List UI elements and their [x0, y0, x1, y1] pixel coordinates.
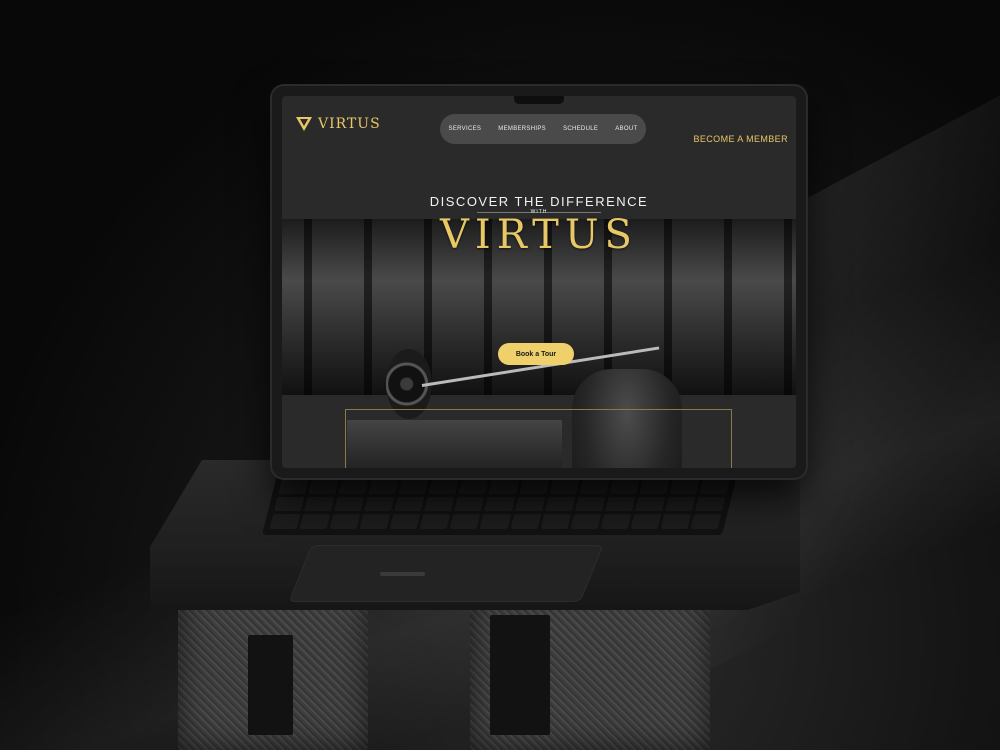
- main-nav: SERVICES MEMBERSHIPS SCHEDULE ABOUT: [440, 114, 646, 144]
- book-tour-button[interactable]: Book a Tour: [498, 343, 574, 365]
- nav-services[interactable]: SERVICES: [449, 126, 482, 132]
- nav-schedule[interactable]: SCHEDULE: [563, 126, 598, 132]
- laptop-screen: VIRTUS SERVICES MEMBERSHIPS SCHEDULE ABO…: [282, 96, 796, 468]
- virtus-logo-icon: [296, 117, 312, 131]
- become-member-link[interactable]: BECOME A MEMBER: [693, 134, 788, 144]
- site-logo[interactable]: VIRTUS: [296, 116, 381, 132]
- next-section-frame: [345, 409, 732, 468]
- block-hole: [490, 615, 550, 735]
- nav-memberships[interactable]: MEMBERSHIPS: [498, 126, 546, 132]
- hero-brand: VIRTUS: [440, 212, 638, 258]
- trackpad[interactable]: [288, 545, 604, 602]
- laptop-opening-lip: [380, 572, 425, 576]
- laptop-lid: VIRTUS SERVICES MEMBERSHIPS SCHEDULE ABO…: [272, 86, 806, 478]
- block-hole: [248, 635, 293, 735]
- section-image: [347, 420, 562, 468]
- camera-notch: [514, 96, 564, 104]
- nav-about[interactable]: ABOUT: [615, 126, 637, 132]
- brand-name: VIRTUS: [318, 116, 381, 132]
- hero-heading: DISCOVER THE DIFFERENCE: [429, 194, 649, 209]
- site-header: VIRTUS SERVICES MEMBERSHIPS SCHEDULE ABO…: [282, 96, 796, 156]
